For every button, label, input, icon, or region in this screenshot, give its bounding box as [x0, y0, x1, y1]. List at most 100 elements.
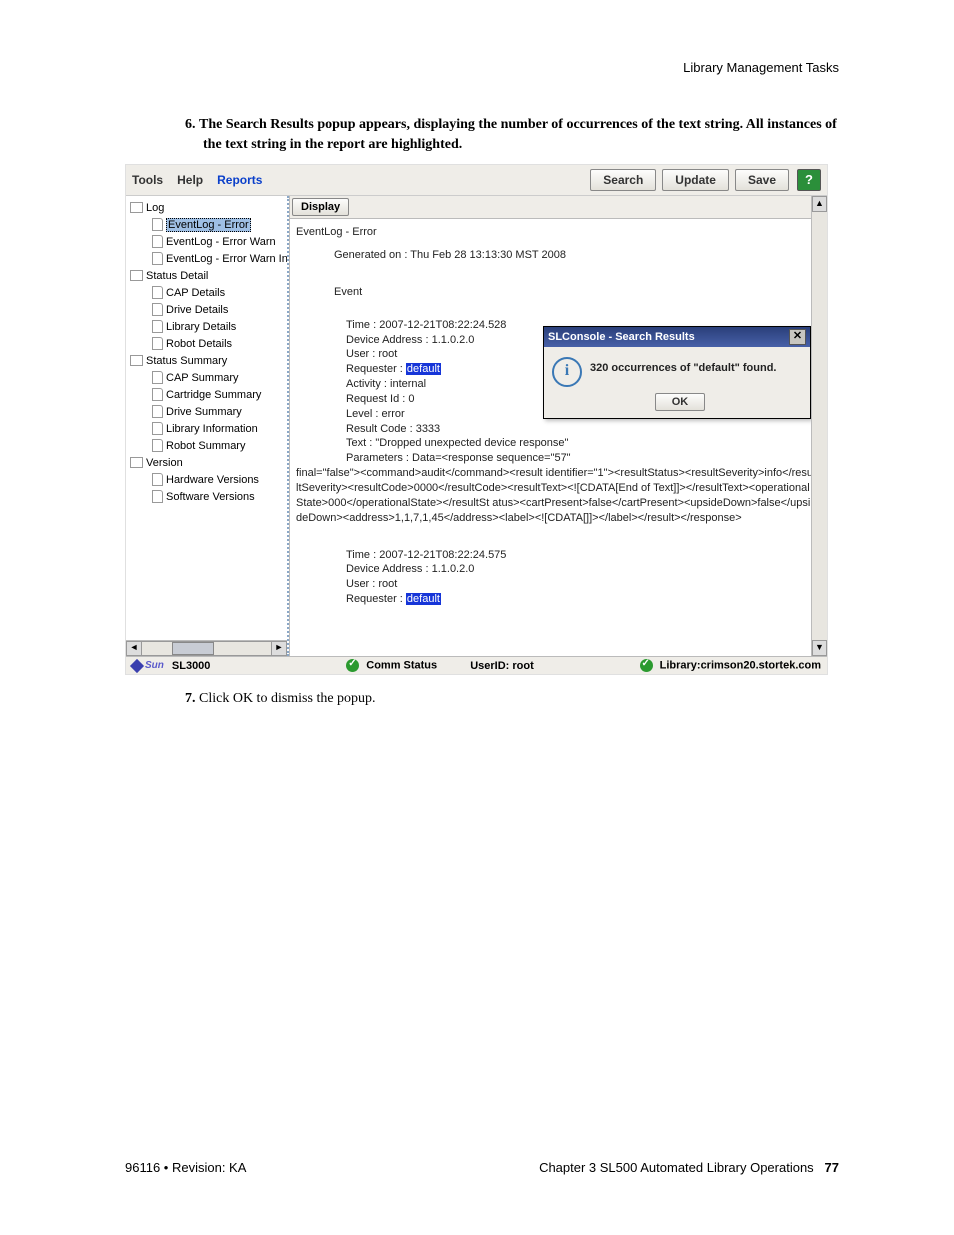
footer-chapter: Chapter 3 SL500 Automated Library Operat… — [539, 1160, 814, 1175]
doc-icon — [152, 439, 163, 452]
event-requester-2: Requester : default — [346, 592, 821, 607]
step-7: 7. Click OK to dismiss the popup. — [185, 689, 839, 709]
sun-logo: Sun — [132, 660, 168, 671]
req-label: Requester : — [346, 593, 406, 605]
doc-icon — [152, 337, 163, 350]
report-generated: Generated on : Thu Feb 28 13:13:30 MST 2… — [296, 248, 821, 263]
tree-pane: Log EventLog - Error EventLog - Error Wa… — [126, 196, 289, 656]
tree-label: Cartridge Summary — [166, 389, 261, 401]
doc-icon — [152, 473, 163, 486]
tree-item[interactable]: EventLog - Error Warn — [130, 233, 285, 250]
report-title: EventLog - Error — [296, 225, 821, 240]
tree-item[interactable]: Robot Details — [130, 335, 285, 352]
tree-label: Library Information — [166, 423, 258, 435]
tree-item[interactable]: EventLog - Error Warn Inf — [130, 250, 285, 267]
step-6-text: The Search Results popup appears, displa… — [199, 117, 837, 152]
popup-title-text: SLConsole - Search Results — [548, 330, 695, 345]
tree-label: Robot Details — [166, 338, 232, 350]
step-6: 6. The Search Results popup appears, dis… — [185, 115, 839, 154]
doc-icon — [152, 405, 163, 418]
content-scrollbar[interactable]: ▲ ▼ — [811, 196, 827, 656]
search-button[interactable]: Search — [590, 169, 656, 191]
event-heading: Event — [296, 285, 821, 300]
page-footer: 96116 • Revision: KA Chapter 3 SL500 Aut… — [125, 1160, 839, 1175]
scroll-down-icon[interactable]: ▼ — [812, 640, 827, 656]
event-rcode: Result Code : 3333 — [346, 422, 821, 437]
tree-folder-version[interactable]: Version — [130, 454, 285, 471]
tree-item[interactable]: Library Details — [130, 318, 285, 335]
highlight-default: default — [406, 593, 441, 605]
folder-icon — [130, 270, 143, 281]
page-header: Library Management Tasks — [125, 60, 839, 75]
event-device-2: Device Address : 1.1.0.2.0 — [346, 562, 821, 577]
tree-item[interactable]: Software Versions — [130, 488, 285, 505]
scroll-up-icon[interactable]: ▲ — [812, 196, 827, 212]
folder-icon — [130, 457, 143, 468]
tree-item-eventlog-error[interactable]: EventLog - Error — [130, 216, 285, 233]
doc-icon — [152, 371, 163, 384]
content-pane: Display EventLog - Error Generated on : … — [289, 196, 827, 656]
doc-icon — [152, 252, 163, 265]
tree-scrollbar[interactable]: ◄ ► — [126, 640, 287, 656]
tree-item[interactable]: Robot Summary — [130, 437, 285, 454]
menubar: Tools Help Reports Search Update Save ? — [126, 165, 827, 196]
tree-label: Status Detail — [146, 270, 208, 282]
scroll-right-icon[interactable]: ► — [271, 641, 287, 656]
tree-folder-status-summary[interactable]: Status Summary — [130, 352, 285, 369]
menu-help[interactable]: Help — [177, 173, 203, 187]
tree-item[interactable]: Drive Summary — [130, 403, 285, 420]
tree-item[interactable]: CAP Summary — [130, 369, 285, 386]
scroll-track[interactable] — [142, 641, 271, 656]
menu-reports[interactable]: Reports — [217, 173, 262, 187]
tree-label: EventLog - Error — [166, 218, 251, 232]
tree-folder-status-detail[interactable]: Status Detail — [130, 267, 285, 284]
footer-page-number: 77 — [825, 1160, 839, 1175]
tree-item[interactable]: Hardware Versions — [130, 471, 285, 488]
scroll-left-icon[interactable]: ◄ — [126, 641, 142, 656]
tree-folder-log[interactable]: Log — [130, 199, 285, 216]
step-6-num: 6. — [185, 117, 196, 132]
folder-icon — [130, 202, 143, 213]
doc-icon — [152, 320, 163, 333]
userid: UserID: root — [470, 660, 534, 672]
statusbar: Sun SL3000 Comm Status UserID: root Libr… — [126, 656, 827, 674]
tree-item[interactable]: CAP Details — [130, 284, 285, 301]
step-7-num: 7. — [185, 691, 196, 706]
scroll-thumb[interactable] — [172, 642, 214, 655]
display-button[interactable]: Display — [292, 198, 349, 216]
tree-label: Library Details — [166, 321, 236, 333]
tree-item[interactable]: Cartridge Summary — [130, 386, 285, 403]
search-results-popup: SLConsole - Search Results ✕ i 320 occur… — [543, 326, 811, 419]
event-user-2: User : root — [346, 577, 821, 592]
close-icon[interactable]: ✕ — [789, 329, 806, 345]
tree-item[interactable]: Drive Details — [130, 301, 285, 318]
popup-titlebar: SLConsole - Search Results ✕ — [544, 327, 810, 347]
tree-label: Drive Summary — [166, 406, 242, 418]
display-bar: Display — [290, 196, 827, 219]
info-icon: i — [552, 357, 582, 387]
tree-label: EventLog - Error Warn — [166, 236, 276, 248]
tree-item[interactable]: Library Information — [130, 420, 285, 437]
doc-icon — [152, 422, 163, 435]
save-button[interactable]: Save — [735, 169, 789, 191]
popup-message: 320 occurrences of "default" found. — [590, 357, 776, 387]
product-label: SL3000 — [172, 660, 211, 672]
menu-tools[interactable]: Tools — [132, 173, 163, 187]
doc-icon — [152, 490, 163, 503]
sun-diamond-icon — [130, 659, 144, 673]
help-icon[interactable]: ? — [797, 169, 821, 191]
status-ok-icon — [640, 659, 653, 672]
doc-icon — [152, 235, 163, 248]
ok-button[interactable]: OK — [655, 393, 706, 411]
update-button[interactable]: Update — [662, 169, 729, 191]
tree-label: Log — [146, 202, 164, 214]
library-label: Library:crimson20.stortek.com — [660, 660, 821, 672]
tree-label: CAP Details — [166, 287, 225, 299]
tree-label: Status Summary — [146, 355, 227, 367]
tree-label: Drive Details — [166, 304, 228, 316]
event-time-2: Time : 2007-12-21T08:22:24.575 — [346, 548, 821, 563]
step-7-text: Click OK to dismiss the popup. — [199, 691, 376, 706]
doc-icon — [152, 388, 163, 401]
footer-left: 96116 • Revision: KA — [125, 1160, 246, 1175]
highlight-default: default — [406, 363, 441, 375]
